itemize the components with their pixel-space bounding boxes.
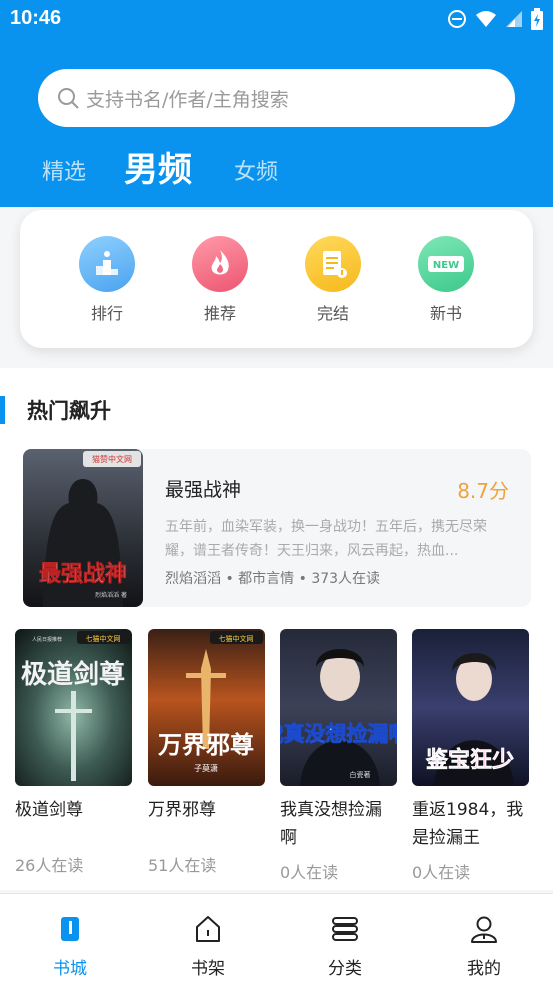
- svg-text:白瓷著: 白瓷著: [350, 770, 371, 779]
- fire-icon: [192, 236, 248, 292]
- book-item[interactable]: 我真没想捡漏啊 白瓷著 我真没想捡漏啊: [280, 629, 397, 852]
- svg-text:七猫中文网: 七猫中文网: [86, 634, 121, 643]
- book-cover: 七猫中文网 万界邪尊 子莫潇: [148, 629, 265, 786]
- svg-text:最强战神: 最强战神: [39, 561, 127, 587]
- tab-male[interactable]: 男频: [124, 142, 192, 191]
- book-title: 最强战神: [165, 479, 242, 501]
- book-readers: 26人在读: [15, 856, 84, 875]
- featured-book-card[interactable]: 猫赞中文网 最强战神 烈焰滔滔 著 最强战神 8.7分 五年前，血染军装，换一身…: [23, 449, 531, 607]
- bookshelf-icon: [196, 916, 220, 942]
- new-badge-icon: NEW: [418, 236, 474, 292]
- ranking-icon: [79, 236, 135, 292]
- svg-text:子莫潇: 子莫潇: [194, 763, 218, 773]
- book-title: 我真没想捡漏啊: [280, 800, 382, 848]
- book-title: 万界邪尊: [148, 800, 216, 820]
- svg-text:烈焰滔滔 著: 烈焰滔滔 著: [95, 591, 127, 599]
- svg-text:人民日报推荐: 人民日报推荐: [32, 636, 62, 643]
- bottom-nav: 书城 书架 分类 我的: [0, 893, 553, 984]
- svg-text:鉴宝狂少: 鉴宝狂少: [425, 747, 514, 773]
- svg-text:极道剑尊: 极道剑尊: [21, 659, 125, 690]
- document-icon: [305, 236, 361, 292]
- svg-text:七猫中文网: 七猫中文网: [219, 634, 254, 643]
- svg-text:NEW: NEW: [433, 260, 459, 271]
- book-item[interactable]: 七猫中文网 人民日报推荐 极道剑尊 极道剑尊: [15, 629, 132, 824]
- book-score: 8.7分: [457, 479, 509, 503]
- book-item[interactable]: 鉴宝狂少 重返1984，我是捡漏王: [412, 629, 529, 852]
- category-label: 排行: [90, 304, 123, 323]
- book-readers: 51人在读: [148, 856, 217, 875]
- wifi-icon: [476, 11, 496, 27]
- header: 10:46 支持书名/作者/主角搜索 精选 男频 女频: [0, 0, 553, 207]
- category-icon: [332, 917, 358, 941]
- book-description: 五年前，血染军装，换一身战功！五年后，携无尽荣耀，谱王者传奇！天王归来，风云再起…: [165, 519, 487, 559]
- book-title: 重返1984，我是捡漏王: [412, 800, 524, 848]
- channel-tabs: 精选 男频 女频: [0, 140, 553, 190]
- status-icons: [447, 8, 543, 30]
- nav-label: 分类: [328, 959, 362, 979]
- category-recommend[interactable]: 推荐: [180, 236, 260, 324]
- profile-icon: [471, 916, 497, 943]
- nav-profile[interactable]: 我的: [444, 914, 524, 979]
- category-label: 完结: [316, 304, 349, 323]
- search-icon: [58, 88, 79, 109]
- category-ranking[interactable]: 排行: [67, 236, 147, 324]
- book-readers: 0人在读: [280, 863, 339, 882]
- category-card: 排行 推荐 完结 NEW 新书: [20, 210, 533, 348]
- do-not-disturb-icon: [448, 10, 466, 28]
- bookstore-icon: [61, 917, 79, 941]
- book-item[interactable]: 七猫中文网 万界邪尊 子莫潇 万界邪尊: [148, 629, 265, 824]
- svg-text:我真没想捡漏啊: 我真没想捡漏啊: [280, 722, 397, 746]
- search-placeholder: 支持书名/作者/主角搜索: [86, 89, 289, 111]
- book-cover: 鉴宝狂少: [412, 629, 529, 786]
- section-title: 热门飙升: [27, 399, 111, 423]
- category-label: 新书: [429, 304, 462, 323]
- status-time: 10:46: [10, 7, 62, 29]
- book-cover: 七猫中文网 人民日报推荐 极道剑尊: [15, 629, 132, 786]
- book-readers: 0人在读: [412, 863, 471, 882]
- nav-label: 书城: [53, 959, 87, 979]
- book-cover: 猫赞中文网 最强战神 烈焰滔滔 著: [23, 449, 143, 607]
- book-title: 极道剑尊: [15, 800, 83, 820]
- search-input[interactable]: 支持书名/作者/主角搜索: [38, 69, 515, 127]
- book-meta: 烈焰滔滔 • 都市言情 • 373人在读: [165, 571, 381, 587]
- category-completed[interactable]: 完结: [293, 236, 373, 324]
- book-cover: 我真没想捡漏啊 白瓷著: [280, 629, 397, 786]
- svg-text:猫赞中文网: 猫赞中文网: [92, 454, 132, 464]
- status-bar: 10:46: [0, 0, 553, 38]
- tab-female[interactable]: 女频: [234, 154, 278, 186]
- category-label: 推荐: [203, 304, 236, 323]
- category-new[interactable]: NEW 新书: [406, 236, 486, 324]
- nav-label: 书架: [191, 959, 225, 979]
- nav-bookstore[interactable]: 书城: [30, 914, 110, 979]
- tab-featured[interactable]: 精选: [42, 154, 86, 186]
- nav-bookshelf[interactable]: 书架: [168, 914, 248, 979]
- nav-label: 我的: [467, 959, 501, 979]
- section-accent-bar: [0, 396, 5, 424]
- nav-category[interactable]: 分类: [305, 914, 385, 979]
- svg-text:万界邪尊: 万界邪尊: [158, 730, 254, 759]
- signal-icon: [506, 11, 522, 27]
- battery-icon: [531, 8, 543, 30]
